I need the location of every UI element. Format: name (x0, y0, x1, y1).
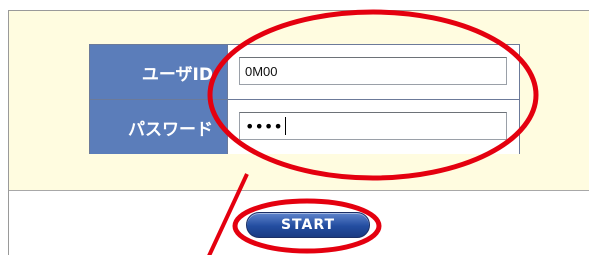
login-table: ユーザID 0M00 パスワード •••• (89, 44, 520, 154)
user-id-cell: 0M00 (228, 45, 519, 99)
password-input[interactable]: •••• (239, 112, 507, 140)
password-value: •••• (245, 116, 283, 136)
text-caret (284, 117, 286, 135)
user-id-label: ユーザID (90, 45, 228, 99)
user-id-row: ユーザID 0M00 (90, 45, 519, 100)
password-label: パスワード (90, 100, 228, 154)
frame-gap (0, 0, 120, 10)
password-cell: •••• (228, 100, 519, 154)
user-id-input[interactable]: 0M00 (239, 57, 507, 85)
user-id-value: 0M00 (245, 63, 278, 79)
password-row: パスワード •••• (90, 100, 519, 154)
start-button[interactable]: START (246, 212, 370, 238)
